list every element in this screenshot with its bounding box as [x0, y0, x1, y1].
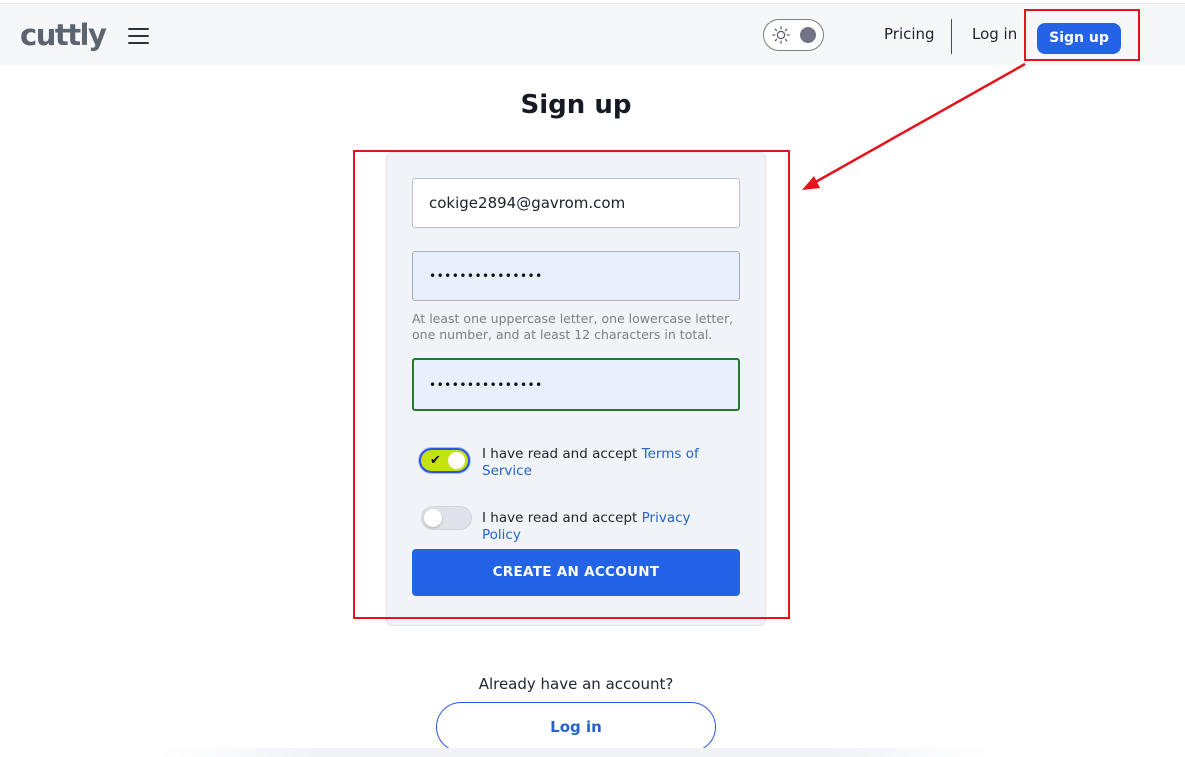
nav-divider [951, 19, 952, 54]
bottom-shade [160, 748, 990, 757]
top-border [0, 0, 1185, 4]
theme-toggle-knob [800, 27, 816, 43]
nav-login-link[interactable]: Log in [972, 25, 1017, 43]
annotation-box-signup [1024, 9, 1140, 61]
login-button[interactable]: Log in [436, 702, 716, 752]
annotation-box-form [353, 150, 790, 619]
logo[interactable]: cuttly [20, 19, 107, 51]
hamburger-menu-icon[interactable] [128, 27, 150, 45]
sun-icon [772, 26, 790, 44]
already-have-account-text: Already have an account? [478, 675, 674, 693]
nav-pricing-link[interactable]: Pricing [884, 25, 935, 43]
page-title: Sign up [520, 90, 632, 120]
top-navbar: cuttly Pricing Log in Sign up [0, 5, 1185, 65]
theme-toggle[interactable] [763, 19, 824, 51]
